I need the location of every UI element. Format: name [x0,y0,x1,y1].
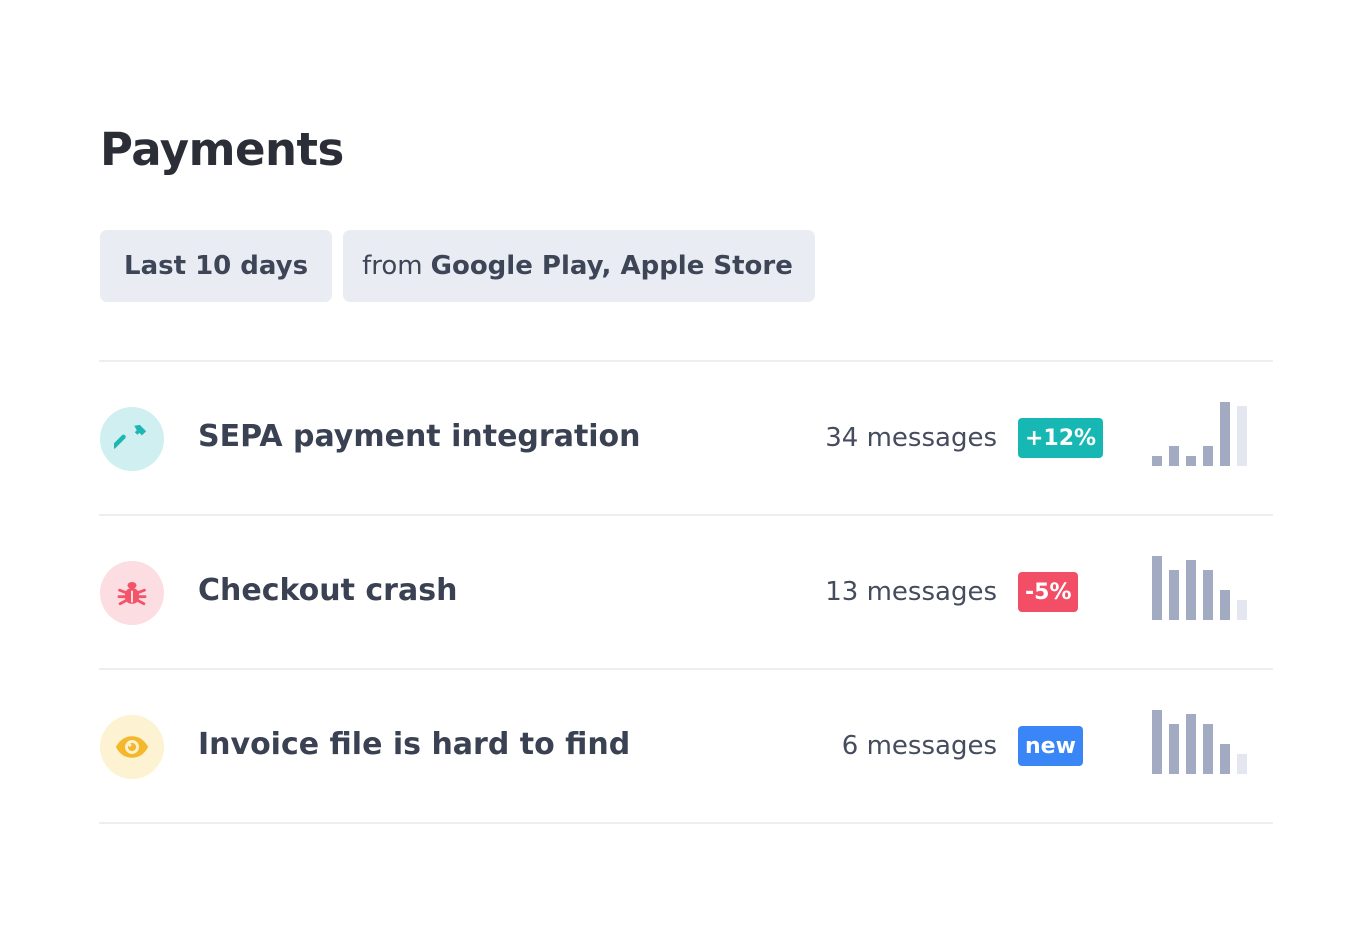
sparkline-bar [1203,446,1213,466]
sparkline-bar [1169,446,1179,466]
sparkline-bar [1186,560,1196,620]
source-filter-value: Google Play, Apple Store [430,251,793,281]
sparkline-bar [1169,724,1179,774]
sparkline-bar [1203,724,1213,774]
source-filter-prefix: from [362,251,423,281]
hammer-icon [114,424,147,449]
message-count: 6 messages [841,731,997,761]
trend-sparkline [1152,402,1248,466]
topic-icon-badge [100,561,164,625]
change-badge: new [1018,726,1083,766]
sparkline-bar [1203,570,1213,620]
topic-row[interactable]: Checkout crash 13 messages -5% [99,516,1273,668]
topic-list: SEPA payment integration 34 messages +12… [99,360,1273,824]
eye-icon [115,736,149,758]
sparkline-bar [1237,754,1247,774]
sparkline-bar [1237,600,1247,620]
filter-bar: Last 10 days from Google Play, Apple Stor… [100,230,815,302]
sparkline-bar [1220,402,1230,466]
sparkline-bar [1220,590,1230,620]
topic-title: Checkout crash [198,573,458,608]
page-title: Payments [100,123,344,176]
topic-icon-badge [100,407,164,471]
source-filter[interactable]: from Google Play, Apple Store [343,230,815,302]
message-count: 34 messages [825,423,997,453]
sparkline-bar [1152,710,1162,774]
topic-title: SEPA payment integration [198,419,641,454]
sparkline-bar [1186,714,1196,774]
trend-sparkline [1152,556,1248,620]
sparkline-bar [1152,456,1162,466]
topic-row[interactable]: SEPA payment integration 34 messages +12… [99,362,1273,514]
topic-row[interactable]: Invoice file is hard to find 6 messages … [99,670,1273,822]
topic-icon-badge [100,715,164,779]
topic-title: Invoice file is hard to find [198,727,631,762]
bug-icon [117,581,147,606]
sparkline-bar [1186,456,1196,466]
sparkline-bar [1169,570,1179,620]
list-divider [99,822,1273,824]
payments-page: Payments Last 10 days from Google Play, A… [0,0,1372,942]
change-badge: +12% [1018,418,1104,458]
change-badge: -5% [1018,572,1079,612]
sparkline-bar [1220,744,1230,774]
sparkline-bar [1237,406,1247,466]
message-count: 13 messages [825,577,997,607]
sparkline-bar [1152,556,1162,620]
date-range-filter[interactable]: Last 10 days [100,230,333,302]
trend-sparkline [1152,710,1248,774]
